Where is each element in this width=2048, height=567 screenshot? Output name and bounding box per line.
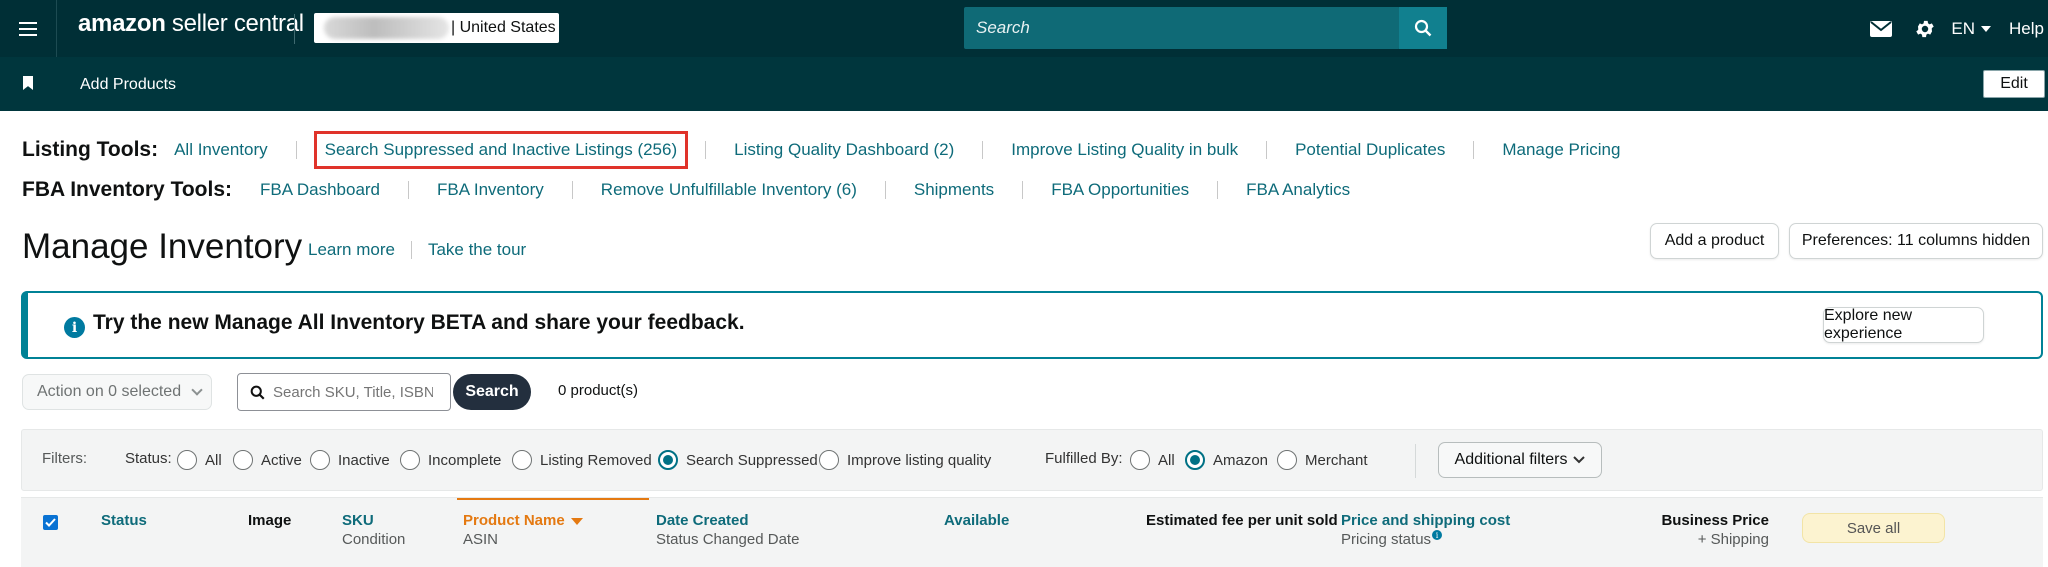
search-icon [1414, 19, 1432, 37]
checkmark-icon [45, 518, 56, 527]
column-image: Image [248, 512, 292, 529]
link-fba-inventory[interactable]: FBA Inventory [437, 180, 544, 200]
search-icon [250, 385, 265, 400]
preferences-button[interactable]: Preferences: 11 columns hidden [1789, 223, 2043, 259]
inventory-table-header: Status Image SKU Condition Product Name AS… [21, 497, 2043, 567]
filters-bar: Filters: Status: All Active Inactive Inc… [21, 429, 2043, 491]
take-tour-link[interactable]: Take the tour [428, 240, 526, 260]
status-radio-listing-removed[interactable]: Listing Removed [512, 450, 652, 470]
language-label: EN [1951, 18, 1976, 38]
fulfilled-radio-amazon[interactable]: Amazon [1185, 450, 1268, 470]
link-manage-pricing[interactable]: Manage Pricing [1502, 140, 1620, 160]
bulk-action-label: Action on 0 selected [37, 383, 182, 400]
hamburger-icon [19, 20, 37, 38]
language-selector[interactable]: EN [1951, 18, 1992, 39]
filters-label: Filters: [42, 450, 87, 467]
link-shipments[interactable]: Shipments [914, 180, 994, 200]
column-sku[interactable]: SKU Condition [342, 511, 405, 549]
mail-icon [1870, 20, 1893, 37]
info-icon: i [64, 317, 85, 338]
redacted-store-name [324, 17, 449, 39]
store-selector[interactable]: | United States [314, 13, 559, 43]
add-product-button[interactable]: Add a product [1650, 223, 1779, 259]
column-estimated-fee: Estimated fee per unit sold [1146, 512, 1338, 529]
inventory-search-input[interactable] [273, 383, 433, 401]
link-remove-unfulfillable[interactable]: Remove Unfulfillable Inventory (6) [601, 180, 857, 200]
global-search-input[interactable]: Search [964, 7, 1400, 49]
status-filter-label: Status: [125, 450, 172, 467]
info-icon: i [1432, 530, 1443, 540]
store-region: | United States [451, 19, 556, 36]
select-all-checkbox[interactable] [43, 515, 58, 530]
caret-down-icon [1981, 25, 1992, 32]
divider [294, 14, 295, 44]
column-business-price: Business Price + Shipping [1661, 512, 1769, 548]
column-status[interactable]: Status [101, 511, 147, 530]
chevron-down-icon [191, 384, 203, 396]
status-radio-inactive[interactable]: Inactive [310, 450, 390, 470]
beta-banner: i Try the new Manage All Inventory BETA … [21, 291, 2043, 359]
column-product-name[interactable]: Product Name ASIN [457, 498, 649, 549]
title-links: Learn more Take the tour [308, 240, 526, 260]
search-placeholder: Search [976, 18, 1030, 37]
global-search-button[interactable] [1399, 7, 1447, 49]
link-all-inventory[interactable]: All Inventory [174, 140, 268, 160]
listing-tools-title: Listing Tools: [22, 138, 159, 161]
inventory-search-button[interactable]: Search [453, 374, 531, 410]
bookmarks-bar: Add Products Edit [0, 57, 2048, 111]
link-improve-listing-quality[interactable]: Improve Listing Quality in bulk [1011, 140, 1238, 160]
product-count: 0 product(s) [558, 382, 639, 399]
fba-tools-row: FBA Inventory Tools: FBA Dashboard FBA I… [22, 178, 1350, 202]
bookmark-add-products[interactable]: Add Products [80, 76, 176, 94]
link-search-suppressed[interactable]: Search Suppressed and Inactive Listings … [313, 131, 689, 169]
status-radio-improve-quality[interactable]: Improve listing quality [819, 450, 991, 470]
status-radio-incomplete[interactable]: Incomplete [400, 450, 501, 470]
menu-button[interactable] [0, 0, 57, 57]
chevron-down-icon [1573, 456, 1586, 464]
seller-central-logo[interactable]: amazon seller central [78, 10, 304, 38]
bulk-action-select[interactable]: Action on 0 selected [22, 374, 212, 410]
sort-caret-icon [570, 517, 583, 525]
link-fba-dashboard[interactable]: FBA Dashboard [260, 180, 380, 200]
inventory-search-field[interactable] [237, 373, 451, 411]
top-navigation-bar: amazon seller central | United States Se… [0, 0, 2048, 57]
help-link[interactable]: Help [2009, 19, 2044, 39]
settings-button[interactable] [1914, 18, 1936, 40]
messages-button[interactable] [1870, 20, 1893, 37]
banner-text: Try the new Manage All Inventory BETA an… [93, 311, 745, 334]
link-fba-analytics[interactable]: FBA Analytics [1246, 180, 1350, 200]
status-radio-active[interactable]: Active [233, 450, 302, 470]
explore-new-experience-button[interactable]: Explore new experience [1823, 307, 1984, 343]
listing-tools-row: Listing Tools: All Inventory Search Supp… [22, 131, 1620, 169]
fulfilled-radio-merchant[interactable]: Merchant [1277, 450, 1368, 470]
fba-tools-title: FBA Inventory Tools: [22, 178, 232, 201]
gear-icon [1916, 20, 1935, 37]
column-date-created[interactable]: Date Created Status Changed Date [656, 511, 799, 549]
additional-filters-button[interactable]: Additional filters [1438, 442, 1602, 478]
status-radio-search-suppressed[interactable]: Search Suppressed [658, 450, 818, 470]
save-all-button[interactable]: Save all [1802, 513, 1945, 543]
page-title: Manage Inventory [22, 227, 303, 266]
bookmark-icon [23, 76, 33, 90]
link-listing-quality-dashboard[interactable]: Listing Quality Dashboard (2) [734, 140, 954, 160]
column-available[interactable]: Available [944, 511, 1009, 530]
status-radio-all[interactable]: All [177, 450, 222, 470]
learn-more-link[interactable]: Learn more [308, 240, 395, 260]
fulfilled-radio-all[interactable]: All [1130, 450, 1175, 470]
link-potential-duplicates[interactable]: Potential Duplicates [1295, 140, 1445, 160]
fulfilled-by-label: Fulfilled By: [1045, 450, 1123, 467]
edit-bookmarks-button[interactable]: Edit [1983, 70, 2045, 98]
column-price-shipping[interactable]: Price and shipping cost Pricing status i [1341, 511, 1510, 549]
link-fba-opportunities[interactable]: FBA Opportunities [1051, 180, 1189, 200]
